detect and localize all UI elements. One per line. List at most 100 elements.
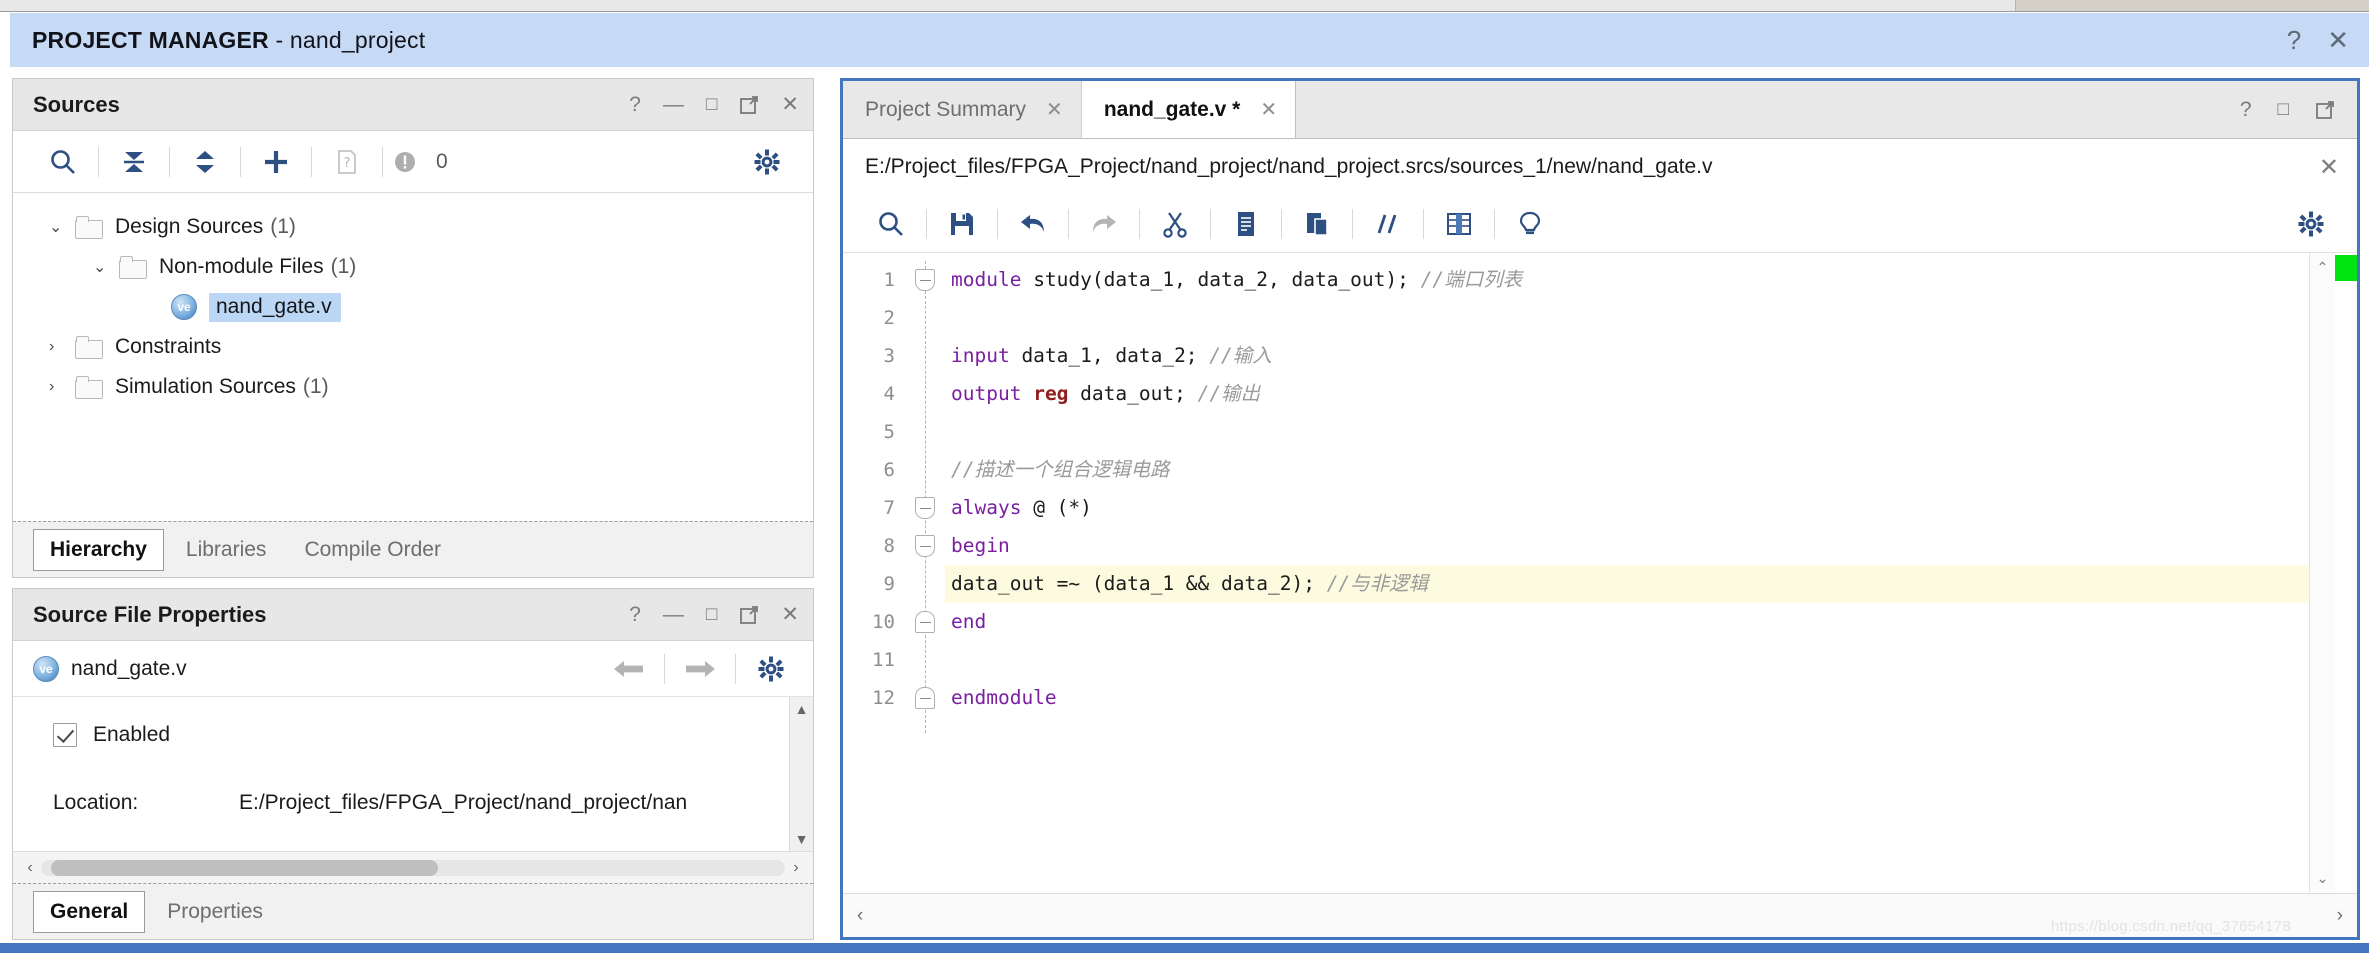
fold-box[interactable] [915,497,935,519]
editor-tab-bar[interactable]: Project Summary ✕ nand_gate.v * ✕? □ [843,81,2357,139]
code-line[interactable] [945,299,2309,337]
add-sources-icon[interactable] [250,140,302,184]
close-icon[interactable]: ✕ [1260,97,1277,122]
help-icon[interactable]: ? [629,604,641,625]
collapse-all-icon[interactable] [108,140,160,184]
float-icon[interactable] [739,95,759,115]
hscroll-track[interactable] [41,859,785,876]
properties-tab-strip[interactable]: General Properties [13,883,813,939]
minimize-icon[interactable]: — [663,94,684,115]
tree-node-simulation-sources[interactable]: › Simulation Sources (1) [13,367,813,407]
expand-collapse-icon[interactable] [179,140,231,184]
watermark: https://blog.csdn.net/qq_37654178 [2050,918,2291,935]
save-icon[interactable] [936,202,988,246]
sources-tree[interactable]: ⌄ Design Sources (1) ⌄ Non-module Files (1) ve… [13,193,813,521]
indent-icon[interactable] [1433,202,1485,246]
messages-count-icon[interactable]: 0 [392,140,448,184]
cut-icon[interactable] [1149,202,1201,246]
code-line[interactable]: input data_1, data_2; //输入 [945,337,2309,375]
folder-icon [75,336,103,359]
float-icon[interactable] [739,605,759,625]
search-icon[interactable] [865,202,917,246]
code-line[interactable]: data_out =~ (data_1 && data_2); //与非逻辑 [945,565,2309,603]
maximize-icon[interactable]: □ [706,605,717,624]
tree-node-design-sources[interactable]: ⌄ Design Sources (1) [13,207,813,247]
nav-separator [735,653,736,684]
properties-horizontal-scrollbar[interactable]: ‹ › [13,851,813,883]
gear-icon[interactable] [741,140,793,184]
chevron-right-icon[interactable]: › [49,338,75,356]
editor-tab-nand-gate-v[interactable]: nand_gate.v * ✕ [1081,81,1297,138]
scroll-up-icon[interactable]: ▲ [795,701,809,717]
code-line[interactable]: //描述一个组合逻辑电路 [945,451,2309,489]
code-line[interactable]: endmodule [945,679,2309,717]
close-icon[interactable]: ✕ [2327,27,2349,53]
editor-vertical-scrollbar[interactable]: ⌃ ⌄ [2309,253,2335,893]
undo-icon[interactable] [1007,202,1059,246]
search-icon[interactable] [37,140,89,184]
scroll-right-icon[interactable]: › [785,859,807,877]
enabled-checkbox[interactable] [53,723,77,747]
close-icon[interactable]: ✕ [1046,97,1063,122]
editor-tab-project-summary[interactable]: Project Summary ✕ [843,81,1082,138]
close-icon[interactable]: ✕ [781,94,799,115]
scroll-right-icon[interactable]: › [2337,905,2343,927]
maximize-icon[interactable]: □ [2278,100,2289,119]
scroll-down-icon[interactable]: ▼ [795,831,809,847]
paste-icon[interactable] [1291,202,1343,246]
close-icon[interactable]: ✕ [2319,153,2339,182]
chevron-down-icon[interactable]: ⌄ [93,257,119,277]
code-line[interactable] [945,641,2309,679]
code-line[interactable]: output reg data_out; //输出 [945,375,2309,413]
chevron-down-icon[interactable]: ⌄ [49,217,75,237]
tab-libraries[interactable]: Libraries [170,530,283,570]
tree-node-nand-gate-v[interactable]: ve nand_gate.v [13,287,813,327]
code-line[interactable]: begin [945,527,2309,565]
editor-horizontal-scrollbar[interactable]: ‹ › https://blog.csdn.net/qq_37654178 [843,893,2357,937]
copy-icon[interactable] [1220,202,1272,246]
fold-box[interactable] [915,687,935,709]
fold-box[interactable] [915,269,935,291]
chevron-right-icon[interactable]: › [49,378,75,396]
fold-box[interactable] [915,611,935,633]
code-fold-column[interactable] [905,253,945,893]
code-content[interactable]: module study(data_1, data_2, data_out); … [945,253,2309,893]
scroll-left-icon[interactable]: ‹ [857,905,863,927]
properties-vertical-scrollbar[interactable]: ▲ ▼ [789,697,813,851]
editor-body: 1 2 3 4 5 6 7 8 9 10 11 12 module study(data_1, dat… [843,253,2357,893]
scroll-left-icon[interactable]: ‹ [19,859,41,877]
code-line[interactable]: end [945,603,2309,641]
code-line[interactable]: always @ (*) [945,489,2309,527]
tree-node-non-module-files[interactable]: ⌄ Non-module Files (1) [13,247,813,287]
help-icon[interactable]: ? [2287,27,2301,53]
forward-arrow-icon[interactable] [674,647,726,691]
enabled-row[interactable]: Enabled [13,723,813,747]
minimize-icon[interactable]: — [663,604,684,625]
tab-compile-order[interactable]: Compile Order [288,530,457,570]
maximize-icon[interactable]: □ [706,95,717,114]
comment-icon[interactable] [1362,202,1414,246]
sources-panel-header: Sources ? — □ ✕ [13,79,813,131]
close-icon[interactable]: ✕ [781,604,799,625]
code-line[interactable]: module study(data_1, data_2, data_out); … [945,261,2309,299]
fold-box[interactable] [915,535,935,557]
gear-icon[interactable] [745,647,797,691]
code-line[interactable] [945,413,2309,451]
help-icon[interactable]: ? [629,94,641,115]
gear-icon[interactable] [2285,202,2337,246]
tab-general[interactable]: General [33,890,146,933]
scroll-up-icon[interactable]: ⌃ [2317,259,2329,276]
help-icon[interactable]: ? [2240,99,2252,120]
bulb-icon[interactable] [1504,202,1556,246]
float-icon[interactable] [2315,100,2335,120]
tree-node-constraints[interactable]: › Constraints [13,327,813,367]
bottom-accent-bar [0,943,2369,953]
hscroll-thumb[interactable] [51,859,438,876]
back-arrow-icon[interactable] [603,647,655,691]
report-file-icon[interactable]: ? [321,140,373,184]
tab-properties[interactable]: Properties [151,892,279,932]
line-number: 10 [872,611,895,633]
sources-tab-strip[interactable]: Hierarchy Libraries Compile Order [13,521,813,577]
scroll-down-icon[interactable]: ⌄ [2317,870,2329,887]
tab-hierarchy[interactable]: Hierarchy [33,528,164,571]
